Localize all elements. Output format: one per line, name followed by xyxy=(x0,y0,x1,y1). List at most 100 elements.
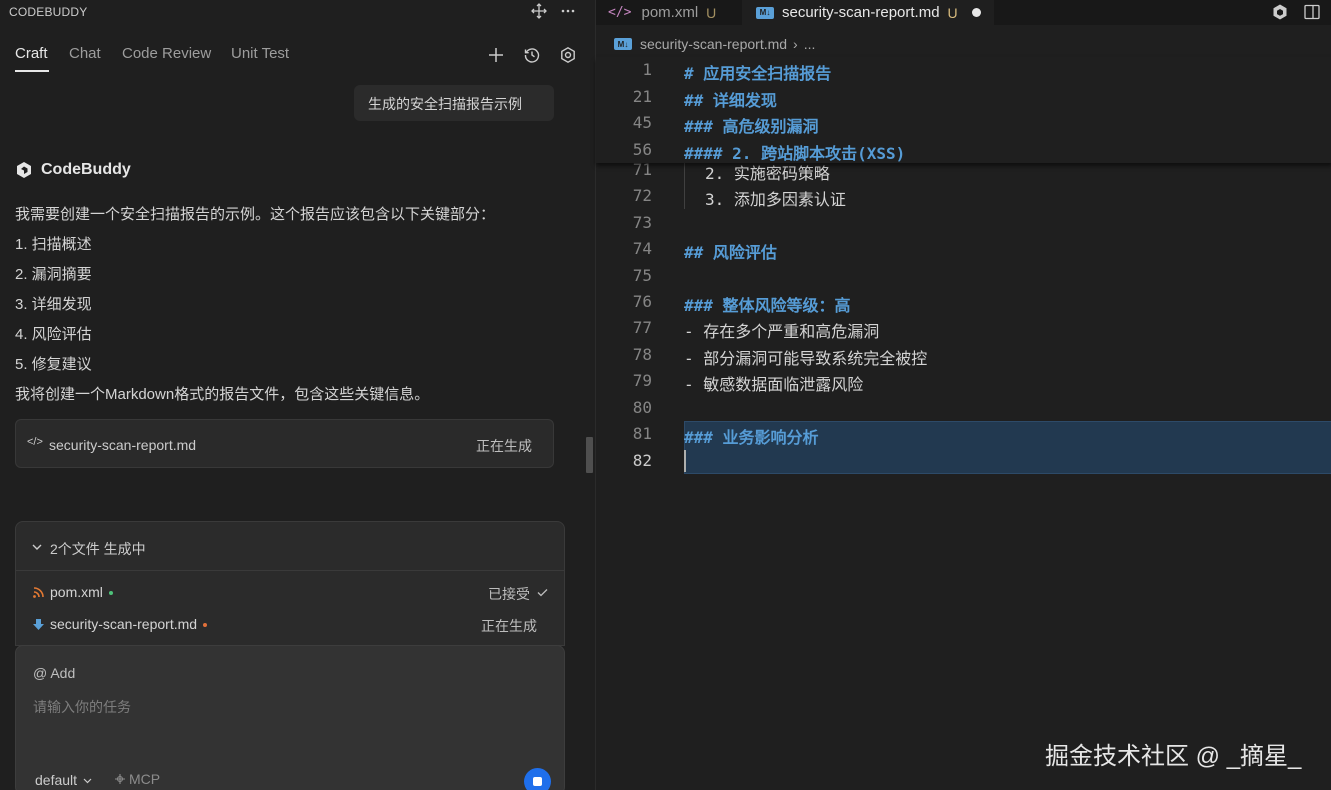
line-number: 81 xyxy=(632,424,652,443)
file-card-status: 正在生成 xyxy=(476,438,532,454)
line-number: 74 xyxy=(632,239,652,258)
line-text: ### 整体风险等级：高 xyxy=(684,296,851,315)
line-number: 78 xyxy=(632,345,652,364)
code-line[interactable]: 76 ### 整体风险等级：高 xyxy=(596,289,1331,315)
code-line[interactable]: 80 xyxy=(596,395,1331,421)
line-text: # 应用安全扫描报告 xyxy=(684,64,832,83)
file-card-name: security-scan-report.md xyxy=(49,437,197,453)
line-number: 80 xyxy=(632,398,652,417)
sticky-line[interactable]: 21 ## 详细发现 xyxy=(596,84,1331,110)
bot-message-line: 2. 漏洞摘要 xyxy=(15,266,92,283)
file-name: pom.xml xyxy=(50,584,103,600)
code-line[interactable]: 81 ### 业务影响分析 xyxy=(596,421,1331,447)
line-text: ## 风险评估 xyxy=(684,243,777,262)
editor-tab-bar: </> pom.xml U M↓ security-scan-report.md… xyxy=(596,0,1331,25)
markdown-icon: M↓ xyxy=(756,6,774,19)
breadcrumb-symbol[interactable]: ... xyxy=(804,36,816,52)
generated-file-card[interactable]: </> security-scan-report.md 正在生成 xyxy=(15,419,554,468)
file-status: 已接受 xyxy=(488,586,530,602)
chevron-down-icon xyxy=(83,778,92,783)
bot-name: CodeBuddy xyxy=(41,161,131,178)
more-icon[interactable] xyxy=(558,1,578,21)
mode-tabs: Craft Chat Code Review Unit Test xyxy=(0,40,595,76)
line-text: - 敏感数据面临泄露风险 xyxy=(684,375,864,394)
generated-file-row[interactable]: pom.xml 已接受 xyxy=(16,578,564,608)
panel-title: CODEBUDDY xyxy=(9,5,88,19)
line-text: ## 详细发现 xyxy=(684,91,777,110)
new-chat-icon[interactable] xyxy=(485,44,507,66)
untracked-badge: U xyxy=(706,4,717,21)
line-text: - 部分漏洞可能导致系统完全被控 xyxy=(684,349,928,368)
panel-header: CODEBUDDY xyxy=(0,0,595,24)
line-number: 72 xyxy=(632,186,652,205)
active-tab-indicator xyxy=(15,70,49,72)
codebuddy-logo-icon xyxy=(17,162,31,178)
tab-craft[interactable]: Craft xyxy=(15,45,48,62)
breadcrumb-file[interactable]: security-scan-report.md xyxy=(640,36,787,52)
code-line[interactable]: 73 xyxy=(596,210,1331,236)
check-icon xyxy=(536,586,549,604)
line-text: 3. 添加多因素认证 xyxy=(705,190,846,209)
copilot-icon[interactable] xyxy=(1271,3,1289,26)
bot-message-line: 我将创建一个Markdown格式的报告文件，包含这些关键信息。 xyxy=(15,386,430,403)
tab-code-review[interactable]: Code Review xyxy=(122,45,211,62)
history-icon[interactable] xyxy=(521,44,543,66)
line-number: 75 xyxy=(632,266,652,285)
editor-tab-report[interactable]: M↓ security-scan-report.md U xyxy=(742,0,994,25)
sticky-line[interactable]: 1 # 应用安全扫描报告 xyxy=(596,57,1331,83)
scrollbar-thumb[interactable] xyxy=(586,437,593,473)
sticky-scroll: 1 # 应用安全扫描报告 21 ## 详细发现 45 ### 高危级别漏洞 56… xyxy=(596,57,1331,163)
chevron-right-icon: › xyxy=(793,36,798,52)
tab-chat[interactable]: Chat xyxy=(69,45,101,62)
generation-header[interactable]: 2个文件 生成中 xyxy=(16,522,564,571)
bot-message-line: 3. 详细发现 xyxy=(15,296,92,313)
line-text: #### 2. 跨站脚本攻击(XSS) xyxy=(684,144,906,163)
split-editor-icon[interactable] xyxy=(1303,3,1321,26)
mode-select[interactable]: default xyxy=(35,772,93,788)
stop-generation-button[interactable] xyxy=(524,768,551,790)
line-number: 76 xyxy=(632,292,652,311)
line-text: ### 高危级别漏洞 xyxy=(684,117,819,136)
line-number: 56 xyxy=(632,140,652,159)
move-icon[interactable] xyxy=(529,1,549,21)
mcp-label: MCP xyxy=(129,771,161,787)
file-name: security-scan-report.md xyxy=(50,616,198,632)
code-line[interactable]: 72 3. 添加多因素认证 xyxy=(596,183,1331,209)
code-file-icon: </> xyxy=(27,436,43,448)
user-message-bubble: 生成的安全扫描报告示例 xyxy=(354,85,554,121)
generated-file-row[interactable]: security-scan-report.md 正在生成 xyxy=(16,610,564,640)
sticky-line[interactable]: 56 #### 2. 跨站脚本攻击(XSS) xyxy=(596,137,1331,163)
line-number: 77 xyxy=(632,318,652,337)
code-line[interactable]: 78 - 部分漏洞可能导致系统完全被控 xyxy=(596,342,1331,368)
code-line[interactable]: 79 - 敏感数据面临泄露风险 xyxy=(596,368,1331,394)
line-number: 73 xyxy=(632,213,652,232)
tab-label: pom.xml xyxy=(641,4,699,21)
markdown-down-icon xyxy=(32,618,45,631)
line-number: 82 xyxy=(632,451,652,470)
settings-icon[interactable] xyxy=(557,44,579,66)
task-input[interactable] xyxy=(33,696,533,718)
plug-icon xyxy=(115,774,125,784)
indent-guide xyxy=(684,183,685,209)
code-line[interactable]: 75 xyxy=(596,263,1331,289)
breadcrumb: M↓ security-scan-report.md › ... xyxy=(614,36,815,52)
tab-unit-test[interactable]: Unit Test xyxy=(231,45,289,62)
editor-tab-pom[interactable]: </> pom.xml U xyxy=(596,0,742,25)
line-number: 79 xyxy=(632,371,652,390)
sticky-line[interactable]: 45 ### 高危级别漏洞 xyxy=(596,110,1331,136)
code-line[interactable]: 74 ## 风险评估 xyxy=(596,236,1331,262)
unsaved-dot-icon[interactable] xyxy=(971,8,981,17)
generation-title: 2个文件 生成中 xyxy=(50,541,146,557)
line-number: 21 xyxy=(632,87,652,106)
status-dot xyxy=(108,591,113,596)
bot-message-line: 1. 扫描概述 xyxy=(15,236,92,253)
add-context-button[interactable]: @ Add xyxy=(33,665,75,681)
code-line[interactable]: 82 xyxy=(596,448,1331,474)
markdown-icon: M↓ xyxy=(614,38,632,50)
bot-message-line: 我需要创建一个安全扫描报告的示例。这个报告应该包含以下关键部分： xyxy=(15,206,496,223)
code-line[interactable]: 77 - 存在多个严重和高危漏洞 xyxy=(596,315,1331,341)
mcp-button[interactable]: MCP xyxy=(114,771,160,787)
task-input-box: @ Add default MCP xyxy=(15,645,565,790)
text-cursor xyxy=(684,450,686,472)
tab-label: security-scan-report.md xyxy=(782,4,940,21)
